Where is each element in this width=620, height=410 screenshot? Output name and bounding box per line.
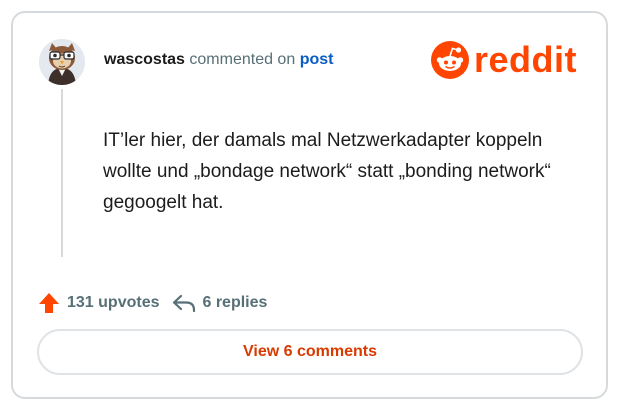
comment-stats: 131 upvotes 6 replies xyxy=(37,291,267,315)
owl-avatar-icon xyxy=(39,39,85,85)
action-text: commented on xyxy=(189,51,296,68)
comment-text: IT’ler hier, der damals mal Netzwerkadap… xyxy=(103,130,551,213)
reply-count: 6 replies xyxy=(202,294,268,311)
view-comments-button[interactable]: View 6 comments xyxy=(37,329,583,375)
reply-icon[interactable] xyxy=(171,291,197,315)
upvote-count: 131 upvotes xyxy=(67,294,160,311)
avatar[interactable] xyxy=(39,39,85,85)
comment-meta: wascostas commented on post xyxy=(104,51,333,69)
reddit-logo[interactable]: reddit xyxy=(431,41,577,79)
thread-line xyxy=(61,89,63,257)
view-comments-label: View 6 comments xyxy=(243,343,377,360)
reddit-wordmark: reddit xyxy=(474,39,578,80)
author-name[interactable]: wascostas xyxy=(104,51,185,68)
post-link[interactable]: post xyxy=(300,51,334,68)
upvote-icon[interactable] xyxy=(37,291,61,315)
comment-card: wascostas commented on post reddit IT’le… xyxy=(11,11,608,399)
reddit-snoo-icon xyxy=(431,41,469,79)
